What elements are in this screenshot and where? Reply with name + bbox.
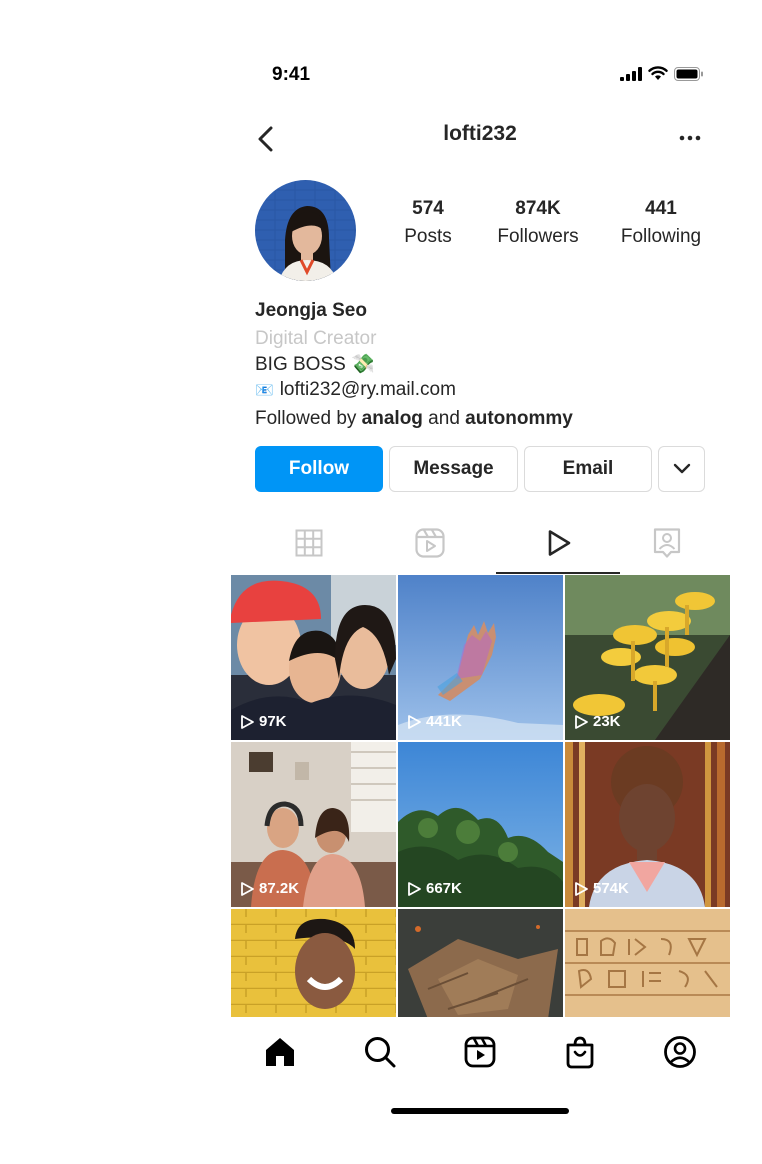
reels-icon [415, 528, 445, 558]
back-button[interactable] [254, 124, 278, 154]
grid-item[interactable]: 23K [565, 575, 730, 740]
profile-icon [664, 1036, 696, 1068]
wifi-icon [648, 66, 668, 80]
tabbar-search[interactable] [361, 1033, 399, 1071]
tab-posts-grid[interactable] [289, 525, 329, 561]
grid-item[interactable]: 574K [565, 742, 730, 907]
grid-icon [295, 529, 323, 557]
followed-by[interactable]: Followed by analog and autonommy [255, 408, 573, 430]
view-count: 441K [406, 713, 462, 730]
tabbar-profile[interactable] [661, 1033, 699, 1071]
play-outline-icon [575, 714, 588, 729]
grid-item[interactable]: 441K [398, 575, 563, 740]
profile-bio: BIG BOSS 💸 [255, 354, 375, 375]
stat-posts-label: Posts [404, 226, 452, 247]
view-count-label: 87.2K [259, 880, 300, 897]
play-icon [548, 530, 571, 556]
status-time: 9:41 [272, 64, 311, 85]
grid-item[interactable] [231, 909, 396, 1017]
play-outline-icon [241, 714, 254, 729]
stat-following-label: Following [620, 226, 702, 247]
view-count-label: 441K [426, 713, 462, 730]
email-button[interactable]: Email [524, 446, 652, 492]
grid-item[interactable]: 97K [231, 575, 396, 740]
play-outline-icon [408, 714, 421, 729]
stat-followers[interactable]: 874K Followers [489, 197, 587, 253]
thumbnail-image [398, 909, 563, 1017]
stat-followers-value: 874K [515, 198, 561, 219]
tab-videos[interactable] [538, 525, 578, 561]
profile-username: lofti232 [443, 122, 517, 145]
view-count-label: 23K [593, 713, 621, 730]
video-grid: 97K 441K 23K 87.2K 667K 574K [231, 575, 730, 1017]
grid-item[interactable] [565, 909, 730, 1017]
grid-item[interactable]: 667K [398, 742, 563, 907]
thumbnail-image [231, 909, 396, 1017]
view-count: 97K [239, 713, 287, 730]
view-count: 574K [573, 880, 629, 897]
more-options-button[interactable] [676, 128, 704, 148]
profile-email[interactable]: lofti232@ry.mail.com [280, 379, 456, 401]
suggested-accounts-button[interactable] [658, 446, 705, 492]
thumbnail-image [565, 909, 730, 1017]
view-count-label: 97K [259, 713, 287, 730]
view-count-label: 574K [593, 880, 629, 897]
followed-by-user-1[interactable]: analog [362, 408, 423, 429]
play-outline-icon [408, 881, 421, 896]
profile-category: Digital Creator [255, 328, 377, 349]
chevron-left-icon [258, 126, 273, 152]
chevron-down-icon [673, 463, 690, 474]
tabbar-shop[interactable] [561, 1033, 599, 1071]
stat-followers-label: Followers [497, 226, 579, 247]
stat-following-value: 441 [645, 198, 677, 219]
grid-item[interactable]: 87.2K [231, 742, 396, 907]
stat-posts-value: 574 [412, 198, 444, 219]
signal-icon [620, 66, 642, 81]
home-icon [266, 1038, 294, 1066]
message-button[interactable]: Message [389, 446, 518, 492]
battery-icon [674, 66, 703, 81]
followed-by-prefix: Followed by [255, 408, 362, 429]
shop-icon [566, 1036, 594, 1069]
follow-button[interactable]: Follow [255, 446, 383, 492]
grid-item[interactable] [398, 909, 563, 1017]
tab-tagged[interactable] [647, 525, 687, 561]
play-outline-icon [575, 881, 588, 896]
followed-by-middle: and [422, 408, 466, 429]
followed-by-user-2[interactable]: autonommy [465, 408, 573, 429]
ellipsis-icon [679, 135, 701, 141]
play-outline-icon [241, 881, 254, 896]
view-count: 87.2K [239, 880, 299, 897]
stat-posts[interactable]: 574 Posts [398, 197, 458, 253]
tab-reels[interactable] [410, 525, 450, 561]
view-count: 667K [406, 880, 462, 897]
tagged-icon [653, 528, 681, 558]
profile-name: Jeongja Seo [255, 300, 367, 321]
profile-email-line[interactable]: 📧 lofti232@ry.mail.com [255, 379, 456, 401]
home-indicator [391, 1108, 569, 1114]
status-icons [620, 66, 704, 81]
search-icon [365, 1037, 396, 1068]
tabbar-reels[interactable] [461, 1033, 499, 1071]
stat-following[interactable]: 441 Following [612, 197, 710, 253]
avatar[interactable] [255, 180, 356, 281]
tabbar-home[interactable] [261, 1033, 299, 1071]
reels-icon [464, 1036, 496, 1068]
email-emoji: 📧 [255, 382, 274, 399]
view-count: 23K [573, 713, 621, 730]
active-tab-indicator [496, 572, 620, 574]
view-count-label: 667K [426, 880, 462, 897]
